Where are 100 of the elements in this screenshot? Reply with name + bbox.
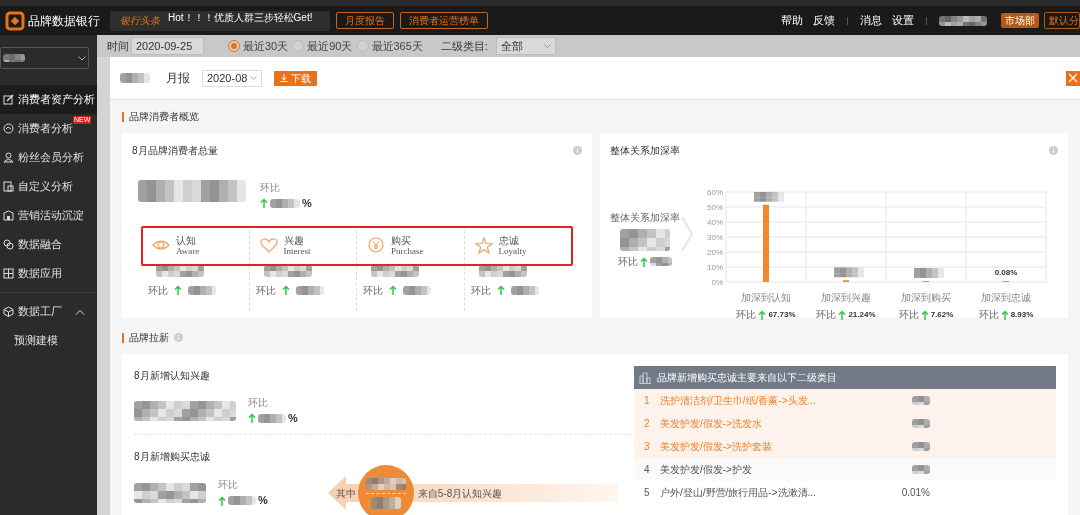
compare-label: 环比 [363,283,383,298]
percent-sign: % [288,411,298,426]
stage-name: 认知 [176,234,197,246]
radio-label: 最近365天 [371,38,423,54]
compare-label: 环比 [218,478,239,493]
axis-category-label: 加深到购买 [901,291,951,305]
sidebar-label: 消费者分析 [18,121,73,137]
blurred-value [371,264,419,277]
report-button[interactable]: 月度报告 [336,12,394,29]
ranking-button[interactable]: 消费者运营榜单 [400,12,488,29]
category-cell-text: 美发护发/假发->洗发水 [660,417,763,431]
blurred-value [912,419,930,428]
sidebar-label: 数据应用 [18,266,62,282]
metric-title: 8月新增购买忠诚 [134,450,211,464]
axis-category-label: 加深到忠诚 [981,291,1031,305]
table-row[interactable]: 4 美发护发/假发->护发 [634,458,1056,481]
axis-tick-label: 50% [707,203,723,212]
card-title: 整体关系加深率 [610,144,680,158]
sidebar-label: 粉丝会员分析 [18,150,84,166]
yen-icon [367,237,385,254]
up-arrow-icon [281,285,290,295]
info-icon [174,333,183,342]
period-label: 月报 [166,70,190,87]
sidebar-item[interactable]: 数据工厂 [0,297,97,326]
rank-cell-text: 1 [644,394,651,408]
blurred-value [134,483,206,503]
source-label: 来自5-8月认知兴趣 [417,486,503,501]
sidebar-subitem[interactable]: 预测建模 [0,326,97,355]
blurred-value [510,285,539,295]
blurred-value [295,285,324,295]
logo-icon [5,10,25,31]
grid-icon [3,268,14,279]
blurred-value [620,229,670,251]
building-icon [3,210,14,221]
category-select[interactable]: 全部 [495,37,556,55]
rank-cell-text: 2 [644,417,651,431]
header-link[interactable]: 设置 [892,12,914,29]
compare-label: 环比 [260,181,281,195]
heart-icon [259,237,278,254]
star-icon [474,237,493,254]
compare-label: 环比 [898,308,919,322]
rank-cell-text: 3 [644,440,651,454]
blurred-value [3,54,25,62]
rank-cell-text: 5 [644,486,651,500]
compare-label: 环比 [736,308,757,322]
section-title: 品牌消费者概览 [129,110,199,124]
blurred-value [912,442,930,451]
axis-tick-label: 0% [711,278,723,287]
up-arrow-icon [389,285,397,295]
document-icon [3,181,14,192]
blurred-value [258,413,286,423]
blurred-value [939,15,987,26]
metric-title: 8月新增认知兴趣 [134,369,211,383]
sidebar-item[interactable]: 粉丝会员分析 [0,143,97,172]
share-cell-text: 0.01% [901,486,930,500]
info-icon [1049,146,1058,155]
download-icon [280,74,288,82]
table-title: 品牌新增购买忠诚主要来自以下二级类目 [657,371,837,385]
axis-category-label: 加深到兴趣 [821,291,871,305]
data-label: 0.08% [994,268,1018,277]
up-arrow-icon [260,198,268,209]
radio-label: 最近30天 [243,38,289,54]
header-link[interactable]: 反馈 [813,12,835,29]
compare-label: 环比 [618,255,638,269]
blurred-value [403,285,431,295]
compare-value: 8.93% [1010,308,1034,321]
sidebar-item[interactable]: 数据应用 [0,259,97,288]
stage-name: 兴趣 [283,234,305,246]
blurred-value [912,465,930,474]
category-cell-text: 户外/登山/野营/旅行用品->洗漱清... [660,486,817,500]
compare-label: 环比 [816,308,837,322]
caret-icon [543,44,551,48]
blurred-value [478,264,527,277]
compare-label: 环比 [978,308,999,322]
up-arrow-icon [758,309,767,320]
sidebar-item[interactable]: 数据融合 [0,230,97,259]
axis-tick-label: 20% [707,248,723,257]
header-link[interactable]: 消息 [860,12,882,29]
blurred-value [370,496,401,509]
building-icon [639,371,651,384]
date-field[interactable]: 2020-09-25 [131,37,204,55]
sidebar-item[interactable]: 消费者资产分析 [0,85,97,114]
up-arrow-icon [640,256,648,267]
header-link[interactable]: 帮助 [781,12,803,29]
stage-name: 忠诚 [498,234,520,246]
compare-label: 环比 [255,283,276,298]
caret-icon [250,76,257,80]
chart-icon [3,123,14,134]
close-icon [1068,73,1078,83]
sidebar-item[interactable]: 营销活动沉淀 [0,201,97,230]
close-button[interactable] [1066,70,1080,86]
percent-sign: % [258,493,268,509]
radio-label: 最近90天 [307,38,353,54]
axis-category-label: 加深到认知 [741,291,791,305]
radio-button[interactable] [228,40,240,52]
category-cell-text: 美发护发/假发->洗护套装 [660,440,773,454]
default-button[interactable]: 默认分 [1044,12,1080,29]
sidebar-item[interactable]: 自定义分析 [0,172,97,201]
select-field[interactable] [0,47,89,69]
month-select[interactable]: 2020-08 [202,69,262,87]
